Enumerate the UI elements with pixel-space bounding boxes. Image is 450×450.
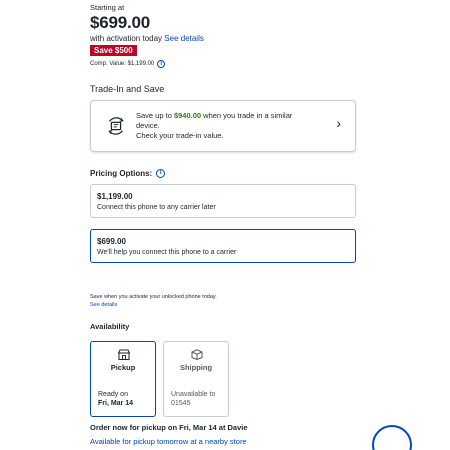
activation-line: with activation today See details [90, 34, 204, 43]
shipping-zip: 01545 [171, 400, 191, 407]
shipping-unavailable: Unavailable to [171, 391, 216, 398]
see-details-link[interactable]: See details [164, 34, 204, 43]
shipping-label: Shipping [179, 363, 213, 372]
save-note-see-details-link[interactable]: See details [90, 301, 217, 309]
trade-in-prefix: Save up to [136, 111, 172, 120]
comp-value-row: Comp. Value: $1,199.00 i [90, 60, 166, 68]
nearby-store-link[interactable]: Available for pickup tomorrow at a nearb… [90, 437, 247, 446]
chevron-right-icon: › [336, 115, 341, 131]
pricing-option-desc: Connect this phone to any carrier later [97, 204, 216, 211]
pricing-option-unlocked[interactable]: $1,199.00 Connect this phone to any carr… [90, 184, 356, 218]
pricing-option-price: $1,199.00 [97, 192, 133, 201]
box-icon [191, 349, 203, 360]
price: $699.00 [90, 13, 151, 32]
pricing-info-icon[interactable]: i [156, 169, 166, 178]
chat-button[interactable] [372, 425, 412, 450]
trade-in-amount: $940.00 [173, 111, 202, 120]
pricing-option-desc: We'll help you connect this phone to a c… [97, 249, 237, 256]
pricing-options-heading: Pricing Options: [90, 169, 153, 178]
pickup-date: Fri, Mar 14 [98, 400, 134, 407]
trade-in-text: Save up to $940.00 when you trade in a s… [136, 111, 316, 141]
pickup-ready-on: Ready on [98, 391, 128, 398]
trade-in-heading: Trade-In and Save [90, 84, 165, 94]
store-icon [118, 349, 130, 360]
comp-value: Comp. Value: $1,199.00 [90, 61, 155, 67]
pricing-options-heading-row: Pricing Options: i [90, 169, 166, 178]
pricing-option-activate[interactable]: $699.00 We'll help you connect this phon… [90, 229, 356, 263]
trade-in-phone-icon [108, 117, 124, 135]
pickup-option-card[interactable]: Pickup Ready on Fri, Mar 14 [90, 341, 156, 417]
shipping-detail: Unavailable to 01545 [171, 390, 215, 408]
activation-save-note: Save when you activate your unlocked pho… [90, 293, 217, 309]
order-now-pickup-text: Order now for pickup on Fri, Mar 14 at D… [90, 423, 248, 432]
activation-text: with activation today [90, 34, 163, 43]
availability-heading: Availability [90, 322, 130, 331]
save-badge: Save $500 [90, 45, 137, 56]
starting-at-label: Starting at [90, 3, 125, 12]
trade-in-check-value: Check your trade-in value. [136, 131, 224, 140]
info-icon[interactable]: i [157, 60, 166, 68]
pricing-option-price: $699.00 [97, 237, 126, 246]
save-note-text: Save when you activate your unlocked pho… [90, 294, 217, 300]
shipping-option-card[interactable]: Shipping Unavailable to 01545 [163, 341, 229, 417]
trade-in-card[interactable]: Save up to $940.00 when you trade in a s… [90, 100, 356, 152]
pickup-label: Pickup [110, 363, 136, 372]
pickup-detail: Ready on Fri, Mar 14 [98, 390, 133, 408]
